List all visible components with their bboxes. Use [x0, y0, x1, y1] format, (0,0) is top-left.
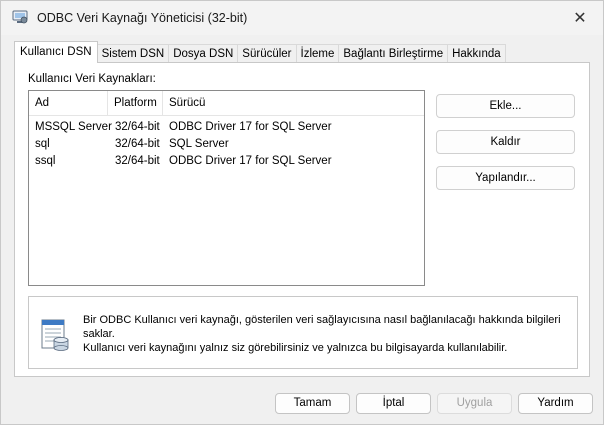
window-title: ODBC Veri Kaynağı Yöneticisi (32-bit) [37, 11, 248, 25]
row-name: MSSQL Server [35, 121, 112, 133]
close-button[interactable]: ✕ [557, 1, 603, 35]
user-data-sources-label: Kullanıcı Veri Kaynakları: [28, 73, 156, 85]
info-box: Bir ODBC Kullanıcı veri kaynağı, gösteri… [28, 296, 578, 369]
ok-button[interactable]: Tamam [275, 393, 350, 414]
info-line-1: Bir ODBC Kullanıcı veri kaynağı, gösteri… [83, 314, 561, 340]
tab-drivers[interactable]: Sürücüler [237, 44, 297, 63]
add-button[interactable]: Ekle... [436, 94, 575, 118]
row-platform: 32/64-bit [115, 155, 160, 167]
data-source-list[interactable]: Ad Platform Sürücü MSSQL Server 32/64-bi… [28, 90, 425, 286]
column-header-name[interactable]: Ad [29, 91, 108, 115]
user-dsn-panel: Kullanıcı Veri Kaynakları: Ad Platform S… [14, 62, 590, 377]
row-name: sql [35, 138, 50, 150]
tab-file-dsn[interactable]: Dosya DSN [168, 44, 239, 63]
row-driver: ODBC Driver 17 for SQL Server [169, 121, 332, 133]
data-source-info-icon [41, 319, 69, 351]
help-button[interactable]: Yardım [518, 393, 593, 414]
column-header-platform[interactable]: Platform [108, 91, 163, 115]
odbc-app-icon [12, 10, 28, 24]
odbc-admin-window: 3 Y ODBC Veri Kaynağı Yöneticisi (32-bit… [0, 0, 604, 425]
table-row[interactable]: ssql 32/64-bit ODBC Driver 17 for SQL Se… [29, 153, 424, 170]
row-name: ssql [35, 155, 56, 167]
tab-about[interactable]: Hakkında [447, 44, 506, 63]
list-header: Ad Platform Sürücü [29, 91, 424, 116]
tab-connection-pooling[interactable]: Bağlantı Birleştirme [338, 44, 449, 63]
column-header-driver[interactable]: Sürücü [163, 91, 424, 115]
tab-strip: Kullanıcı DSN Sistem DSN Dosya DSN Sürüc… [14, 41, 506, 63]
info-description: Bir ODBC Kullanıcı veri kaynağı, gösteri… [83, 313, 573, 355]
info-line-2: Kullanıcı veri kaynağını yalnız siz göre… [83, 342, 508, 354]
row-driver: SQL Server [169, 138, 229, 150]
row-driver: ODBC Driver 17 for SQL Server [169, 155, 332, 167]
apply-button[interactable]: Uygula [437, 393, 512, 414]
table-row[interactable]: sql 32/64-bit SQL Server [29, 136, 424, 153]
close-icon: ✕ [573, 10, 587, 27]
remove-button[interactable]: Kaldır [436, 130, 575, 154]
configure-button[interactable]: Yapılandır... [436, 166, 575, 190]
tab-user-dsn[interactable]: Kullanıcı DSN [14, 41, 98, 63]
row-platform: 32/64-bit [115, 121, 160, 133]
row-platform: 32/64-bit [115, 138, 160, 150]
tab-system-dsn[interactable]: Sistem DSN [96, 44, 170, 63]
tab-tracing[interactable]: İzleme [295, 44, 340, 63]
title-bar: ODBC Veri Kaynağı Yöneticisi (32-bit) ✕ [1, 1, 603, 35]
cancel-button[interactable]: İptal [356, 393, 431, 414]
table-row[interactable]: MSSQL Server 32/64-bit ODBC Driver 17 fo… [29, 119, 424, 136]
